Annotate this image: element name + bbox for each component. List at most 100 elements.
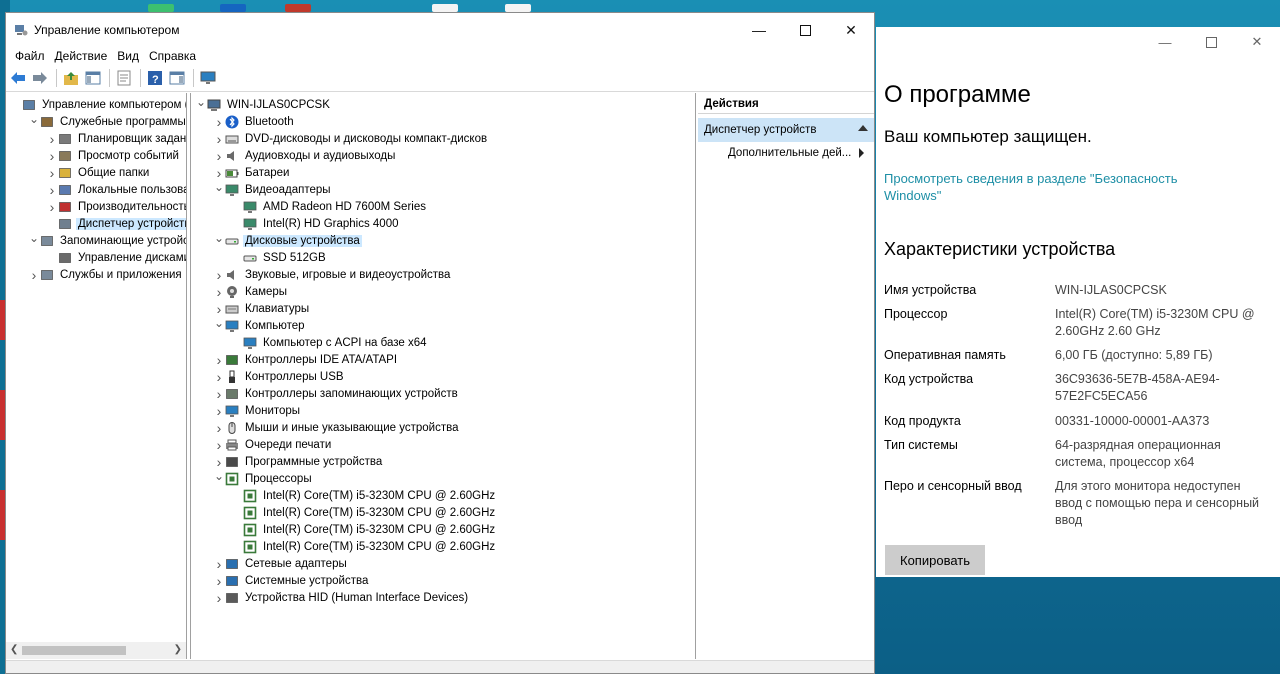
about-minimize-button[interactable]: — <box>1142 27 1188 57</box>
device-tree-item[interactable]: › Мыши и иные указывающие устройства <box>191 419 695 436</box>
console-tree-item[interactable]: ⌄ Служебные программы <box>6 112 186 130</box>
collapsed-chevron-icon[interactable]: › <box>213 454 225 470</box>
maximize-button[interactable] <box>782 13 828 47</box>
desktop-icon[interactable] <box>220 4 246 12</box>
collapsed-chevron-icon[interactable]: › <box>213 386 225 402</box>
device-tree-item[interactable]: Intel(R) Core(TM) i5-3230M CPU @ 2.60GHz <box>191 521 695 538</box>
expanded-chevron-icon[interactable]: ⌄ <box>213 469 225 483</box>
device-tree-item[interactable]: AMD Radeon HD 7600M Series <box>191 198 695 215</box>
collapsed-chevron-icon[interactable]: › <box>213 352 225 368</box>
console-tree-item[interactable]: › Службы и приложения <box>6 266 186 283</box>
collapsed-chevron-icon[interactable]: › <box>213 369 225 385</box>
collapse-up-icon[interactable] <box>858 125 868 131</box>
copy-button[interactable]: Копировать <box>885 545 985 575</box>
device-tree-item[interactable]: Компьютер с ACPI на базе x64 <box>191 334 695 351</box>
about-close-button[interactable]: ✕ <box>1234 27 1280 57</box>
collapsed-chevron-icon[interactable]: › <box>213 437 225 453</box>
device-tree-item[interactable]: › Звуковые, игровые и видеоустройства <box>191 266 695 283</box>
about-maximize-button[interactable] <box>1188 27 1234 57</box>
menu-view[interactable]: Вид <box>112 49 144 63</box>
collapsed-chevron-icon[interactable]: › <box>46 148 58 164</box>
expanded-chevron-icon[interactable]: ⌄ <box>213 316 225 330</box>
device-tree-item[interactable]: › Камеры <box>191 283 695 300</box>
collapsed-chevron-icon[interactable]: › <box>213 403 225 419</box>
device-tree-item[interactable]: › Сетевые адаптеры <box>191 555 695 572</box>
menu-file[interactable]: Файл <box>10 49 50 63</box>
collapsed-chevron-icon[interactable]: › <box>46 131 58 147</box>
title-bar[interactable]: Управление компьютером — ✕ <box>6 13 874 47</box>
collapsed-chevron-icon[interactable]: › <box>213 131 225 147</box>
device-tree-item[interactable]: › Контроллеры запоминающих устройств <box>191 385 695 402</box>
console-tree-item[interactable]: ⌄ Запоминающие устройст <box>6 231 186 249</box>
back-button[interactable] <box>8 69 27 88</box>
security-details-link[interactable]: Просмотреть сведения в разделе "Безопасн… <box>884 170 1214 204</box>
desktop-icon[interactable] <box>505 4 531 12</box>
device-tree-item[interactable]: › Системные устройства <box>191 572 695 589</box>
help-button[interactable]: ? <box>145 69 164 88</box>
device-tree-item[interactable]: › Очереди печати <box>191 436 695 453</box>
forward-button[interactable] <box>30 69 49 88</box>
device-tree-item[interactable]: ⌄ Видеоадаптеры <box>191 180 695 198</box>
device-tree-item[interactable]: › Клавиатуры <box>191 300 695 317</box>
console-tree-item[interactable]: Диспетчер устройств <box>6 215 186 232</box>
device-tree-item[interactable]: SSD 512GB <box>191 249 695 266</box>
collapsed-chevron-icon[interactable]: › <box>46 165 58 181</box>
desktop-icon[interactable] <box>285 4 311 12</box>
collapsed-chevron-icon[interactable]: › <box>213 556 225 572</box>
device-tree-item[interactable]: › DVD-дисководы и дисководы компакт-диско… <box>191 130 695 147</box>
collapsed-chevron-icon[interactable]: › <box>28 267 40 283</box>
device-tree-item[interactable]: ⌄ Процессоры <box>191 469 695 487</box>
console-tree-item[interactable]: › Общие папки <box>6 164 186 181</box>
scrollbar-thumb[interactable] <box>22 646 126 655</box>
device-tree-item[interactable]: ⌄ Компьютер <box>191 316 695 334</box>
expanded-chevron-icon[interactable]: ⌄ <box>213 231 225 245</box>
console-tree-horizontal-scrollbar[interactable]: ❮ ❯ <box>6 642 186 659</box>
device-tree-item[interactable]: › Аудиовходы и аудиовыходы <box>191 147 695 164</box>
properties-button[interactable] <box>114 69 133 88</box>
collapsed-chevron-icon[interactable]: › <box>213 148 225 164</box>
expanded-chevron-icon[interactable]: ⌄ <box>195 95 207 109</box>
scan-hardware-button[interactable] <box>198 69 217 88</box>
expanded-chevron-icon[interactable]: ⌄ <box>28 112 40 126</box>
collapsed-chevron-icon[interactable]: › <box>213 573 225 589</box>
more-actions-item[interactable]: Дополнительные дей... <box>698 142 874 164</box>
desktop-icon[interactable] <box>432 4 458 12</box>
console-tree-item[interactable]: › Локальные пользовате <box>6 181 186 198</box>
device-tree-item[interactable]: › Батареи <box>191 164 695 181</box>
device-tree-item[interactable]: ⌄ Дисковые устройства <box>191 231 695 249</box>
collapsed-chevron-icon[interactable]: › <box>213 420 225 436</box>
desktop-icon[interactable] <box>148 4 174 12</box>
collapsed-chevron-icon[interactable]: › <box>213 284 225 300</box>
collapsed-chevron-icon[interactable]: › <box>213 114 225 130</box>
minimize-button[interactable]: — <box>736 13 782 47</box>
expanded-chevron-icon[interactable]: ⌄ <box>213 180 225 194</box>
close-button[interactable]: ✕ <box>828 13 874 47</box>
device-tree-item[interactable]: › Bluetooth <box>191 113 695 130</box>
device-tree-item[interactable]: › Контроллеры USB <box>191 368 695 385</box>
device-tree-item[interactable]: Intel(R) Core(TM) i5-3230M CPU @ 2.60GHz <box>191 538 695 555</box>
collapsed-chevron-icon[interactable]: › <box>213 301 225 317</box>
console-tree-item[interactable]: › Производительность <box>6 198 186 215</box>
collapsed-chevron-icon[interactable]: › <box>213 590 225 606</box>
scroll-right-icon[interactable]: ❯ <box>174 644 182 655</box>
menu-help[interactable]: Справка <box>144 49 201 63</box>
up-level-button[interactable] <box>61 69 80 88</box>
console-tree-item[interactable]: Управление компьютером (л <box>6 96 186 113</box>
device-tree-item[interactable]: ⌄ WIN-IJLAS0CPCSK <box>191 95 695 113</box>
device-tree-item[interactable]: › Программные устройства <box>191 453 695 470</box>
device-tree-item[interactable]: › Устройства HID (Human Interface Devices… <box>191 589 695 606</box>
device-tree-item[interactable]: › Мониторы <box>191 402 695 419</box>
show-action-pane-button[interactable] <box>167 69 186 88</box>
actions-section-device-manager[interactable]: Диспетчер устройств <box>698 118 874 142</box>
console-tree-item[interactable]: Управление дисками <box>6 249 186 266</box>
device-tree-item[interactable]: Intel(R) Core(TM) i5-3230M CPU @ 2.60GHz <box>191 504 695 521</box>
device-tree-item[interactable]: Intel(R) Core(TM) i5-3230M CPU @ 2.60GHz <box>191 487 695 504</box>
expanded-chevron-icon[interactable]: ⌄ <box>28 231 40 245</box>
collapsed-chevron-icon[interactable]: › <box>213 267 225 283</box>
show-hide-tree-button[interactable] <box>83 69 102 88</box>
device-tree-item[interactable]: › Контроллеры IDE ATA/ATAPI <box>191 351 695 368</box>
console-tree-item[interactable]: › Просмотр событий <box>6 147 186 164</box>
menu-action[interactable]: Действие <box>50 49 113 63</box>
collapsed-chevron-icon[interactable]: › <box>213 165 225 181</box>
console-tree-item[interactable]: › Планировщик заданий <box>6 130 186 147</box>
